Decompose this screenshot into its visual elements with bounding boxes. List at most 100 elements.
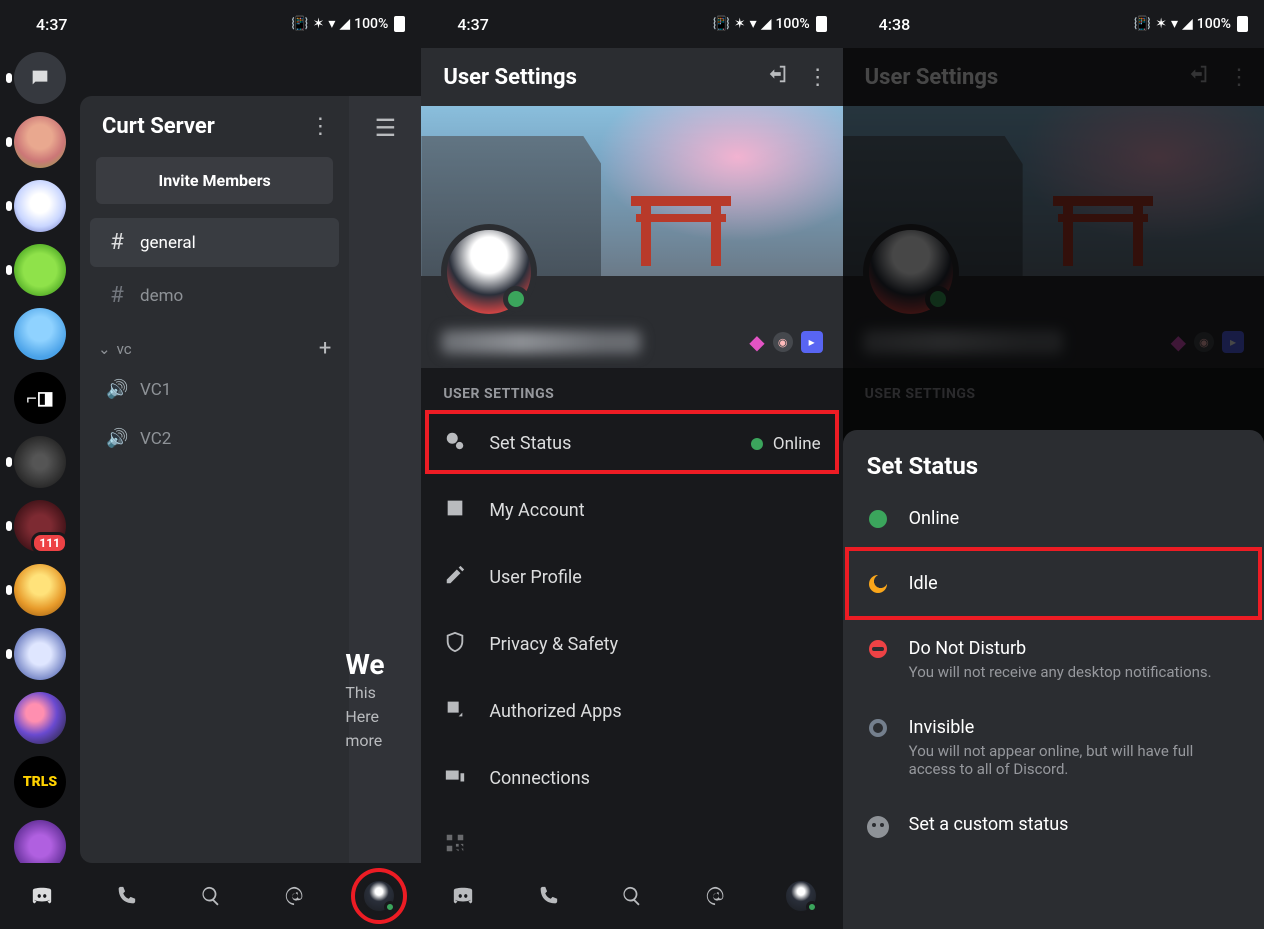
channel-label: general [140,233,196,253]
profile-row: ◆ ◉ ▸ [421,276,842,368]
channel-general[interactable]: # general [90,218,339,267]
row-label: Set Status [489,433,571,454]
custom-status-icon [867,816,889,838]
nav-profile[interactable] [758,863,842,929]
dm-button[interactable] [14,52,66,104]
key-icon [443,698,467,725]
status-value: Online [773,434,821,454]
more-menu-button[interactable]: ⋮ [807,65,829,90]
bluetooth-icon: ✶ [734,16,746,32]
pencil-icon [443,564,467,591]
avatar [362,879,396,913]
battery-icon [394,16,405,32]
nav-friends[interactable] [506,863,590,929]
screenshot-3: 4:38 📳 ✶ ▾ ◢ 100% User Settings ⋮ [843,0,1264,929]
status-option-custom[interactable]: Set a custom status [843,796,1264,856]
logout-icon[interactable] [767,63,789,91]
nav-home[interactable] [421,863,505,929]
server-icon-11[interactable]: TRLS [14,756,66,808]
boost-badge-icon: ◆ [749,330,764,354]
wifi-icon: ▾ [1171,16,1178,32]
vibrate-icon: 📳 [1134,16,1151,32]
channel-label: demo [140,286,183,306]
server-icon-5[interactable]: ⌐◨ [14,372,66,424]
option-label: Idle [909,573,938,594]
invite-label: Invite Members [159,171,271,190]
privacy-row[interactable]: Privacy & Safety [421,611,842,678]
status-option-dnd[interactable]: Do Not Disturb You will not receive any … [843,620,1264,699]
selection-pill [6,73,12,83]
server-name[interactable]: Curt Server [102,114,215,139]
clock: 4:37 [36,15,68,34]
voice-channel-vc2[interactable]: 🔊 VC2 [90,416,339,461]
server-icon-2[interactable] [14,180,66,232]
status-icons: 📳 ✶ ▾ ◢ 100% [291,16,405,32]
user-profile-row[interactable]: User Profile [421,544,842,611]
bottom-nav [0,863,421,929]
set-status-row[interactable]: Set Status Online [421,410,842,477]
bottom-nav [421,863,842,929]
clock: 4:38 [879,15,911,34]
signal-icon: ◢ [1182,16,1193,32]
server-icon-6[interactable] [14,436,66,488]
signal-icon: ◢ [339,16,350,32]
status-option-invisible[interactable]: Invisible You will not appear online, bu… [843,699,1264,796]
battery-text: 100% [1197,16,1231,32]
speaker-icon: 🔊 [106,379,128,400]
server-icon-4[interactable] [14,308,66,360]
section-label: USER SETTINGS [421,368,842,410]
vibrate-icon: 📳 [712,16,729,32]
nav-search[interactable] [590,863,674,929]
status-bar: 4:38 📳 ✶ ▾ ◢ 100% [843,0,1264,48]
category-vc[interactable]: ⌄ vc + [80,322,349,365]
online-icon [869,510,887,528]
settings-header: User Settings ⋮ [421,48,842,106]
hamburger-icon[interactable]: ☰ [375,114,397,142]
username-redacted [441,330,641,354]
hash-icon: # [106,283,128,308]
at-icon [284,885,306,907]
voice-channel-vc1[interactable]: 🔊 VC1 [90,367,339,412]
status-dot-icon [806,901,818,913]
signal-icon: ◢ [761,16,772,32]
channel-demo[interactable]: # demo [90,271,339,320]
server-icon-8[interactable] [14,564,66,616]
bluetooth-icon: ✶ [313,16,325,32]
server-icon-1[interactable] [14,116,66,168]
wifi-icon: ▾ [750,16,757,32]
channel-label: VC2 [140,429,171,449]
server-icon-3[interactable] [14,244,66,296]
status-option-idle[interactable]: Idle [843,547,1264,620]
battery-text: 100% [354,16,388,32]
row-label: Authorized Apps [489,701,621,722]
nav-mentions[interactable] [253,863,337,929]
qr-icon [443,832,467,859]
option-label: Online [909,508,960,529]
invite-members-button[interactable]: Invite Members [96,157,333,204]
connections-row[interactable]: Connections [421,745,842,812]
nav-profile[interactable] [337,863,421,929]
server-icon-10[interactable] [14,692,66,744]
clock: 4:37 [457,15,489,34]
status-icon [443,430,467,457]
main-peek[interactable]: ☰ We This Here more [349,96,421,863]
option-desc: You will not appear online, but will hav… [909,742,1229,778]
authorized-apps-row[interactable]: Authorized Apps [421,678,842,745]
profile-avatar[interactable] [441,224,537,320]
nav-home[interactable] [0,863,84,929]
server-menu-button[interactable]: ⋮ [309,114,331,139]
nav-search[interactable] [169,863,253,929]
nav-mentions[interactable] [674,863,758,929]
nav-friends[interactable] [84,863,168,929]
option-label: Invisible [909,717,1229,738]
status-dot-icon [384,901,396,913]
status-option-online[interactable]: Online [843,490,1264,547]
row-label: Connections [489,768,590,789]
server-icon-9[interactable] [14,628,66,680]
phone-icon [537,885,559,907]
server-icon-7[interactable]: 111 [14,500,66,552]
idle-icon [869,575,887,593]
add-channel-button[interactable]: + [319,336,331,361]
shield-icon [443,631,467,658]
my-account-row[interactable]: My Account [421,477,842,544]
